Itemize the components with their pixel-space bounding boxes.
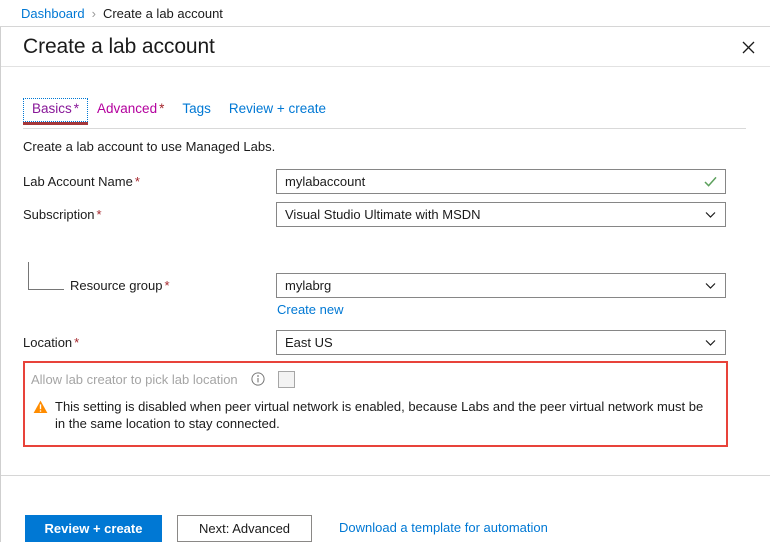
breadcrumb-separator-icon: › — [91, 5, 96, 21]
subscription-label: Subscription * — [23, 207, 102, 222]
breadcrumb: Dashboard › Create a lab account — [0, 0, 770, 27]
location-label: Location * — [23, 335, 79, 350]
resource-group-value: mylabrg — [285, 278, 332, 293]
page-title: Create a lab account — [23, 35, 215, 58]
tab-basics-required: * — [73, 101, 80, 116]
resource-group-required: * — [164, 278, 170, 293]
create-new-resource-group-link[interactable]: Create new — [277, 302, 343, 317]
tab-basics-label: Basics — [32, 101, 72, 116]
check-icon — [703, 174, 718, 189]
close-icon[interactable] — [734, 33, 762, 61]
info-icon[interactable] — [251, 372, 265, 386]
tab-advanced-required: * — [159, 101, 165, 116]
azure-create-lab-account-blade: Dashboard › Create a lab account Create … — [0, 0, 770, 542]
subscription-value: Visual Studio Ultimate with MSDN — [285, 207, 481, 222]
tab-review-create[interactable]: Review + create — [220, 98, 335, 122]
breadcrumb-current: Create a lab account — [102, 5, 223, 21]
tab-advanced-label: Advanced — [97, 101, 158, 116]
chevron-down-icon — [704, 208, 717, 221]
download-template-link[interactable]: Download a template for automation — [339, 520, 548, 535]
blade-container: Create a lab account Basics * Advanced * T… — [0, 27, 770, 542]
resource-group-label: Resource group * — [70, 278, 170, 293]
location-label-text: Location — [23, 335, 73, 350]
subscription-dropdown[interactable]: Visual Studio Ultimate with MSDN — [276, 202, 726, 227]
tab-tags-label: Tags — [182, 101, 211, 116]
tab-basics[interactable]: Basics * — [23, 98, 89, 125]
review-create-button[interactable]: Review + create — [25, 515, 162, 542]
tab-tags[interactable]: Tags — [173, 98, 220, 122]
tab-bar: Basics * Advanced * Tags Review + create — [23, 98, 335, 126]
location-required: * — [74, 335, 80, 350]
breadcrumb-link-dashboard[interactable]: Dashboard — [21, 6, 85, 21]
lab-account-name-value: mylabaccount — [285, 174, 366, 189]
lab-account-name-required: * — [134, 174, 140, 189]
tab-divider — [23, 128, 746, 129]
tab-advanced[interactable]: Advanced * — [88, 98, 173, 122]
subscription-label-text: Subscription — [23, 207, 95, 222]
footer-bar: Review + create Next: Advanced Download … — [1, 476, 770, 542]
allow-lab-creator-checkbox — [278, 371, 295, 388]
tab-review-create-label: Review + create — [228, 101, 327, 116]
intro-text: Create a lab account to use Managed Labs… — [23, 139, 276, 154]
lab-account-name-label-text: Lab Account Name — [23, 174, 133, 189]
resource-group-dropdown[interactable]: mylabrg — [276, 273, 726, 298]
allow-lab-creator-label: Allow lab creator to pick lab location — [31, 372, 238, 387]
lab-account-name-label: Lab Account Name * — [23, 174, 140, 189]
warning-message: This setting is disabled when peer virtu… — [33, 398, 716, 432]
resource-group-tree-connector — [28, 262, 64, 290]
next-advanced-button[interactable]: Next: Advanced — [177, 515, 312, 542]
lab-account-name-input[interactable]: mylabaccount — [276, 169, 726, 194]
resource-group-label-text: Resource group — [70, 278, 163, 293]
location-dropdown[interactable]: East US — [276, 330, 726, 355]
chevron-down-icon — [704, 336, 717, 349]
subscription-required: * — [96, 207, 102, 222]
warning-triangle-icon — [33, 400, 48, 414]
location-value: East US — [285, 335, 333, 350]
chevron-down-icon — [704, 279, 717, 292]
warning-text: This setting is disabled when peer virtu… — [55, 399, 704, 431]
